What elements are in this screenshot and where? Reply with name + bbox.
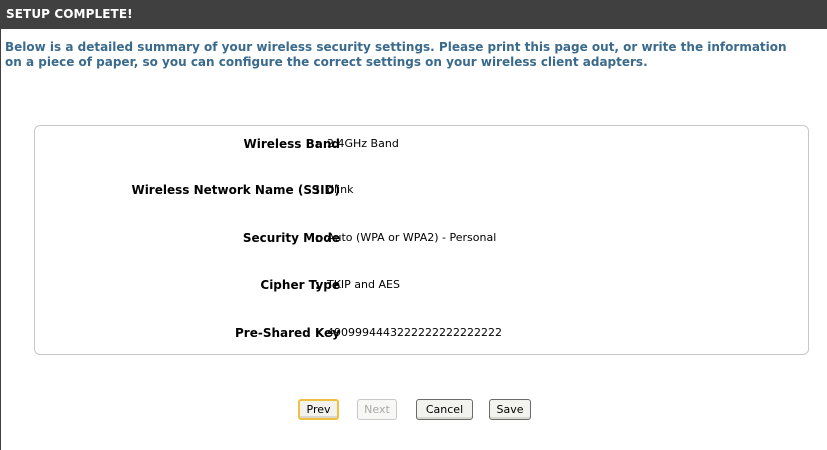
row-separator: : — [315, 326, 320, 340]
prev-button[interactable]: Prev — [298, 399, 339, 420]
cancel-button[interactable]: Cancel — [416, 399, 473, 420]
row-separator: : — [315, 137, 320, 151]
summary-row-pre-shared-key: Pre-Shared Key : 49099944432222222222222… — [35, 325, 810, 341]
ssid-value: dlink — [327, 183, 354, 196]
row-separator: : — [315, 278, 320, 292]
row-separator: : — [315, 183, 320, 197]
pre-shared-key-label: Pre-Shared Key — [235, 326, 340, 340]
summary-row-security-mode: Security Mode : Auto (WPA or WPA2) - Per… — [35, 230, 810, 246]
wireless-band-value: 2.4GHz Band — [327, 137, 399, 150]
security-mode-label: Security Mode — [242, 231, 340, 245]
settings-summary-box: Wireless Band : 2.4GHz Band Wireless Net… — [34, 125, 809, 355]
summary-row-ssid: Wireless Network Name (SSID) : dlink — [35, 182, 810, 198]
pre-shared-key-value: 4909994443222222222222222 — [327, 326, 502, 339]
security-mode-value: Auto (WPA or WPA2) - Personal — [327, 231, 497, 244]
ssid-label: Wireless Network Name (SSID) — [131, 183, 340, 197]
summary-intro-text: Below is a detailed summary of your wire… — [5, 40, 787, 69]
frame-border — [0, 0, 1, 450]
setup-complete-page: SETUP COMPLETE! Below is a detailed summ… — [0, 0, 827, 450]
save-button[interactable]: Save — [489, 399, 531, 420]
summary-row-cipher-type: Cipher Type : TKIP and AES — [35, 277, 810, 293]
wireless-band-label: Wireless Band — [243, 137, 341, 151]
section-header: SETUP COMPLETE! — [0, 0, 827, 29]
cipher-type-value: TKIP and AES — [327, 278, 400, 291]
summary-row-wireless-band: Wireless Band : 2.4GHz Band — [35, 136, 810, 152]
wizard-button-bar: Prev Next Cancel Save — [0, 399, 827, 421]
next-button[interactable]: Next — [357, 399, 397, 420]
row-separator: : — [315, 231, 320, 245]
